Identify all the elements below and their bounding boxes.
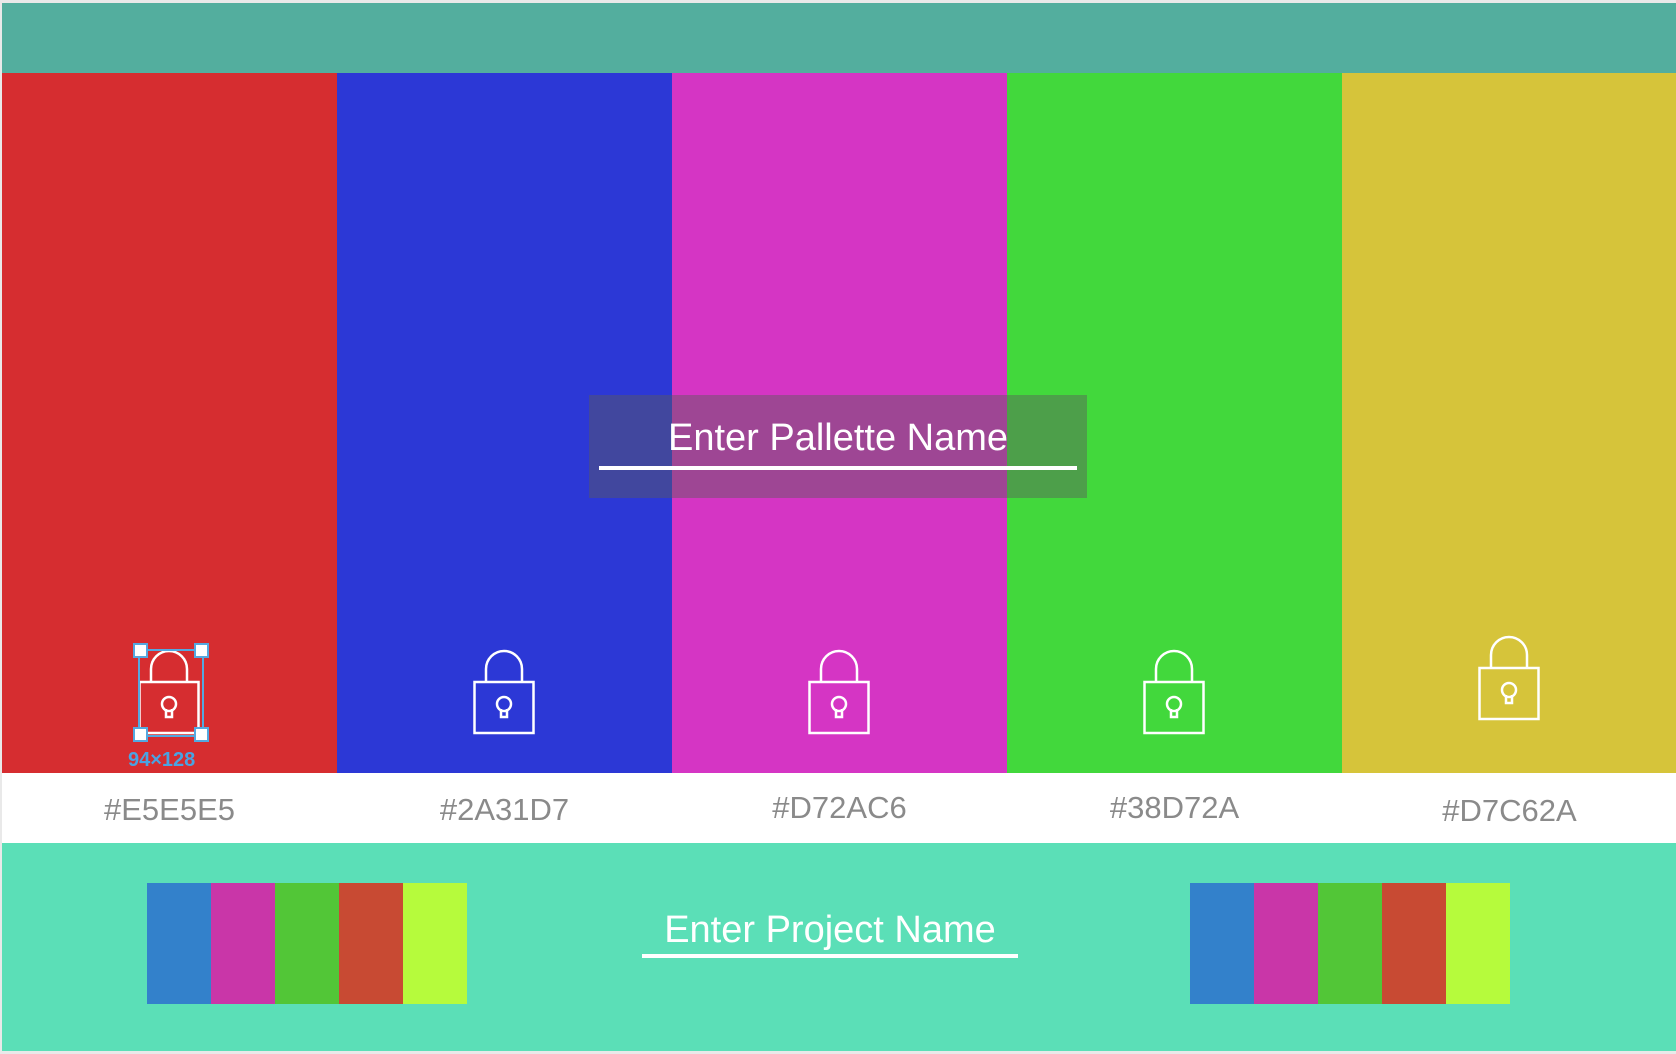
- resize-handle-top-left[interactable]: [133, 643, 148, 658]
- mini-swatch-5: [403, 883, 467, 1004]
- padlock-icon[interactable]: [1478, 635, 1540, 721]
- mini-swatch-3: [1318, 883, 1382, 1004]
- hex-code-label[interactable]: #38D72A: [1007, 790, 1342, 826]
- hex-label-row: #E5E5E5 #2A31D7 #D72AC6 #38D72A #D7C62A: [2, 773, 1676, 843]
- resize-handle-top-right[interactable]: [194, 643, 209, 658]
- mini-swatch-1: [1190, 883, 1254, 1004]
- mini-swatch-3: [275, 883, 339, 1004]
- mini-swatch-4: [1382, 883, 1446, 1004]
- hex-code-label[interactable]: #E5E5E5: [2, 792, 337, 828]
- padlock-icon[interactable]: [1143, 649, 1205, 735]
- mini-swatch-2: [1254, 883, 1318, 1004]
- dimension-label: 94×128: [128, 749, 196, 771]
- selection-box: [138, 649, 204, 737]
- resize-handle-bottom-right[interactable]: [194, 727, 209, 742]
- palette-editor: #E5E5E5 #2A31D7 #D72AC6 #38D72A #D7C62A 94×1…: [2, 3, 1676, 1051]
- resize-handle-bottom-left[interactable]: [133, 727, 148, 742]
- hex-code-label[interactable]: #2A31D7: [337, 792, 672, 828]
- left-mini-palette[interactable]: [147, 883, 467, 1004]
- palette-name-input[interactable]: Enter Pallette Name: [589, 417, 1087, 460]
- mini-swatch-1: [147, 883, 211, 1004]
- top-bar: [2, 3, 1676, 73]
- hex-code-label[interactable]: #D72AC6: [672, 790, 1007, 826]
- hex-code-label[interactable]: #D7C62A: [1342, 793, 1676, 829]
- footer-bar: Enter Project Name: [2, 843, 1676, 1051]
- padlock-icon[interactable]: [808, 649, 870, 735]
- palette-name-underline: [599, 466, 1077, 470]
- right-mini-palette[interactable]: [1190, 883, 1510, 1004]
- project-name-input[interactable]: Enter Project Name: [642, 909, 1018, 952]
- padlock-icon[interactable]: [473, 649, 535, 735]
- mini-swatch-4: [339, 883, 403, 1004]
- project-name-underline: [642, 954, 1018, 958]
- mini-swatch-5: [1446, 883, 1510, 1004]
- mini-swatch-2: [211, 883, 275, 1004]
- palette-name-box[interactable]: Enter Pallette Name: [589, 395, 1087, 498]
